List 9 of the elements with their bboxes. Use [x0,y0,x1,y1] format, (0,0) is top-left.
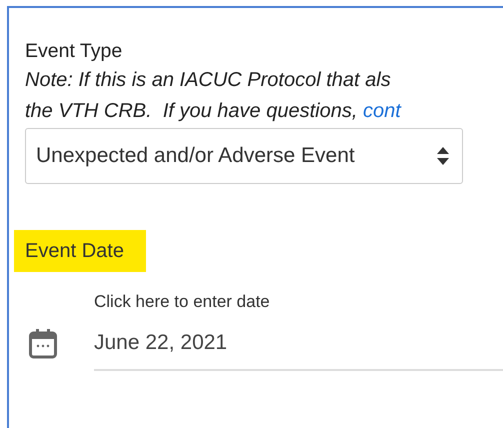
field-label: Event Type [25,40,124,63]
contact-link[interactable]: cont [362,100,401,122]
event-type-select[interactable]: Unexpected and/or Adverse Event [25,128,463,184]
note-text: Note: If this is an IACUC Protocol that als the VTH CRB. If you have questions, cont [25,68,402,124]
date-field[interactable]: June 22, 2021 [94,331,503,371]
date-hint: Click here to enter date [94,292,271,312]
sort-arrows-icon [436,146,450,166]
calendar-icon[interactable] [29,329,57,359]
field-label: Event Date [14,230,146,272]
